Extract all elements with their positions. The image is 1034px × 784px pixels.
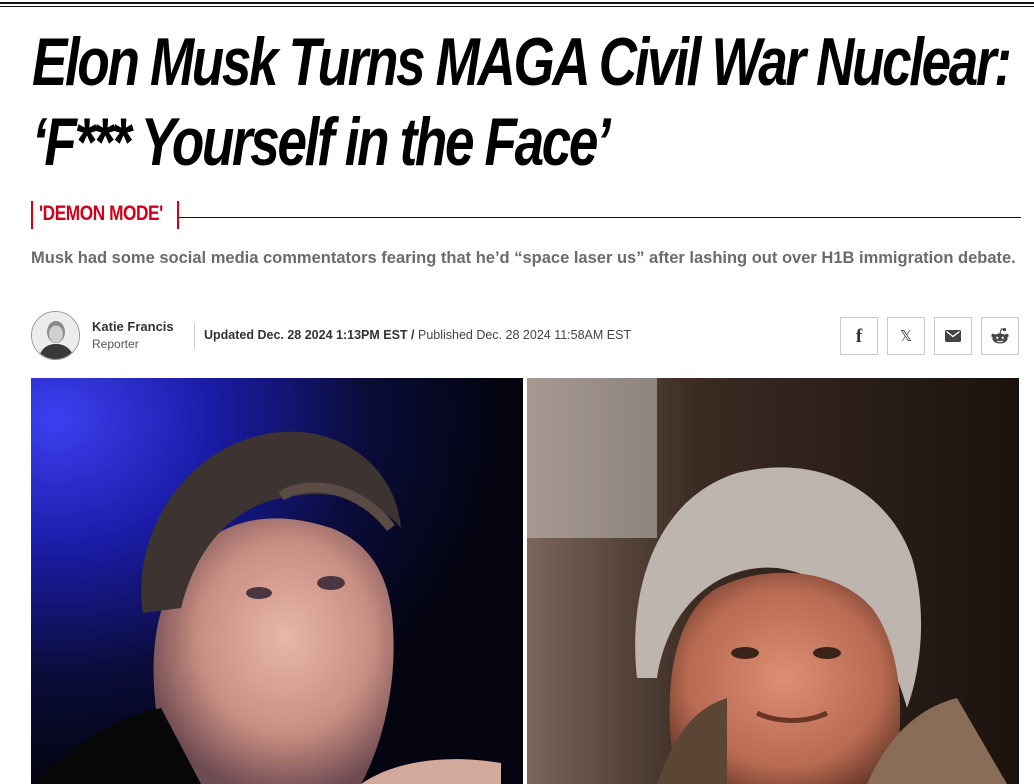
top-rule [0, 2, 1034, 4]
author-avatar[interactable] [31, 311, 80, 360]
top-rule-thin [0, 6, 1034, 7]
x-icon: 𝕏 [899, 326, 913, 345]
portrait-photo-left [31, 378, 523, 784]
byline-divider [194, 323, 195, 349]
updated-date: Updated Dec. 28 2024 1:13PM EST [204, 328, 408, 342]
rubric-bar-left [31, 201, 33, 229]
byline: Katie Francis Reporter Updated Dec. 28 2… [31, 311, 1021, 361]
share-email-button[interactable] [934, 317, 972, 355]
published-date: Published Dec. 28 2024 11:58AM EST [417, 328, 632, 342]
share-x-button[interactable]: 𝕏 [887, 317, 925, 355]
share-facebook-button[interactable]: f [840, 317, 878, 355]
author-name[interactable]: Katie Francis [92, 319, 174, 334]
article-headline: Elon Musk Turns MAGA Civil War Nuclear: … [32, 24, 1012, 180]
portrait-photo-right [527, 378, 1019, 784]
reddit-icon [991, 328, 1009, 344]
lead-photo-right[interactable] [527, 378, 1019, 784]
rubric: 'DEMON MODE' [31, 199, 1021, 231]
dateline: Updated Dec. 28 2024 1:13PM EST / Publis… [204, 328, 631, 342]
rubric-divider [179, 217, 1021, 218]
date-separator: / [407, 328, 418, 342]
email-icon [945, 330, 961, 342]
article-dek: Musk had some social media commentators … [31, 249, 1016, 267]
share-reddit-button[interactable] [981, 317, 1019, 355]
rubric-bar-right [177, 201, 179, 229]
facebook-icon: f [855, 325, 863, 347]
author-role: Reporter [92, 337, 139, 351]
rubric-label[interactable]: 'DEMON MODE' [39, 202, 163, 226]
lead-photo-left[interactable] [31, 378, 523, 784]
